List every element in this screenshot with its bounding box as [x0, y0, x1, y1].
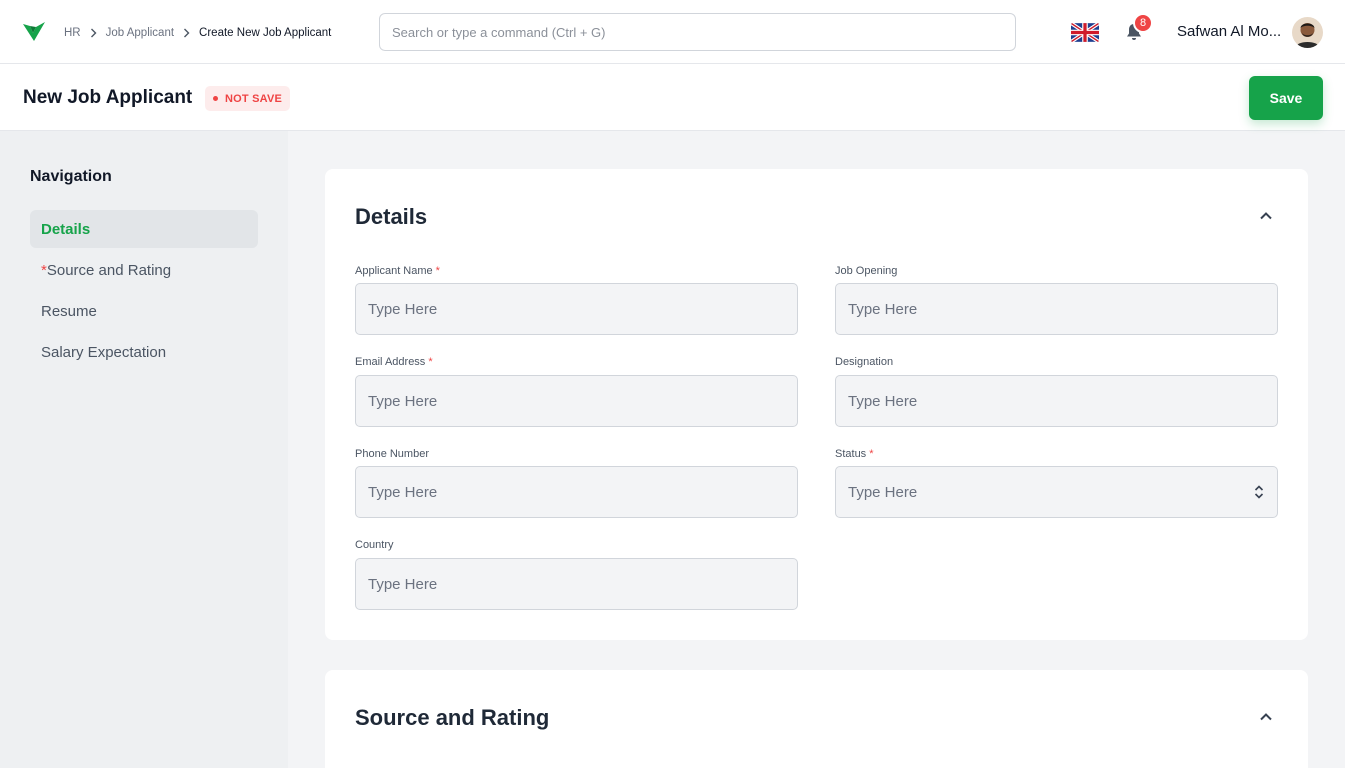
source-and-rating-card: Source and Rating — [325, 670, 1308, 768]
top-bar: HR Job Applicant Create New Job Applican… — [0, 0, 1345, 64]
applicant-name-input[interactable] — [355, 283, 798, 335]
sidebar-item-label: Resume — [41, 302, 97, 320]
field-label-text: Designation — [835, 356, 894, 368]
designation-label: Designation — [835, 356, 893, 368]
required-asterisk: * — [428, 356, 433, 368]
navigation-title: Navigation — [30, 168, 112, 185]
page-header: New Job Applicant NOT SAVE Save — [0, 64, 1345, 131]
phone-number-label: Phone Number — [355, 448, 429, 460]
country-label: Country — [355, 539, 394, 551]
notification-badge: 8 — [1133, 13, 1153, 33]
sidebar-item-label: Source and Rating — [46, 261, 172, 279]
applicant-name-label: Applicant Name * — [355, 265, 440, 277]
status-badge: NOT SAVE — [205, 86, 291, 111]
job-opening-label: Job Opening — [835, 265, 897, 277]
field-label-text: Email Address — [355, 356, 426, 368]
sidebar-item-salary-expectation[interactable]: Salary Expectation — [30, 333, 258, 371]
source-and-rating-title: Source and Rating — [355, 705, 550, 730]
app-logo-icon[interactable] — [22, 21, 46, 43]
breadcrumb: HR Job Applicant Create New Job Applican… — [64, 24, 331, 42]
status-label: Status * — [835, 448, 873, 460]
status-dot-icon — [213, 96, 218, 101]
field-label-text: Job Opening — [835, 265, 898, 277]
field-label-text: Applicant Name — [355, 265, 433, 277]
designation-input[interactable] — [835, 375, 1278, 427]
breadcrumb-hr[interactable]: HR — [64, 27, 81, 39]
field-label-text: Phone Number — [355, 448, 429, 460]
sidebar-item-details[interactable]: Details — [30, 210, 258, 248]
details-card: Details Applicant Name* Job Opening Emai… — [325, 169, 1308, 640]
field-label-text: Status — [835, 448, 867, 460]
phone-number-input[interactable] — [355, 466, 798, 518]
email-address-input[interactable] — [355, 375, 798, 427]
chevron-up-icon[interactable] — [1259, 211, 1273, 220]
chevron-up-icon[interactable] — [1259, 712, 1273, 721]
field-label-text: Country — [355, 539, 394, 551]
country-input[interactable] — [355, 558, 798, 610]
breadcrumb-job-applicant[interactable]: Job Applicant — [106, 27, 174, 39]
search-input[interactable] — [379, 13, 1016, 51]
job-opening-input[interactable] — [835, 283, 1278, 335]
email-address-label: Email Address * — [355, 356, 433, 368]
sidebar-item-label: Details — [41, 220, 91, 238]
avatar[interactable] — [1292, 17, 1323, 48]
sidebar-item-label: Salary Expectation — [41, 343, 167, 361]
status-badge-label: NOT SAVE — [225, 92, 283, 105]
sidebar-item-resume[interactable]: Resume — [30, 292, 258, 330]
page-title: New Job Applicant — [23, 87, 193, 108]
chevron-right-icon — [184, 28, 190, 38]
details-title: Details — [355, 204, 428, 229]
breadcrumb-current: Create New Job Applicant — [199, 27, 332, 39]
required-asterisk: * — [435, 265, 440, 277]
sidebar-item-source-and-rating[interactable]: * Source and Rating — [30, 251, 258, 289]
required-asterisk: * — [869, 448, 874, 460]
chevron-right-icon — [90, 28, 97, 38]
select-arrows-icon[interactable] — [1254, 484, 1264, 500]
user-name[interactable]: Safwan Al Mo... — [1177, 23, 1281, 40]
sidebar: Navigation Details * Source and Rating Re… — [0, 131, 288, 768]
save-button[interactable]: Save — [1249, 76, 1323, 120]
uk-flag-icon[interactable] — [1071, 23, 1099, 42]
status-select[interactable] — [835, 466, 1278, 518]
